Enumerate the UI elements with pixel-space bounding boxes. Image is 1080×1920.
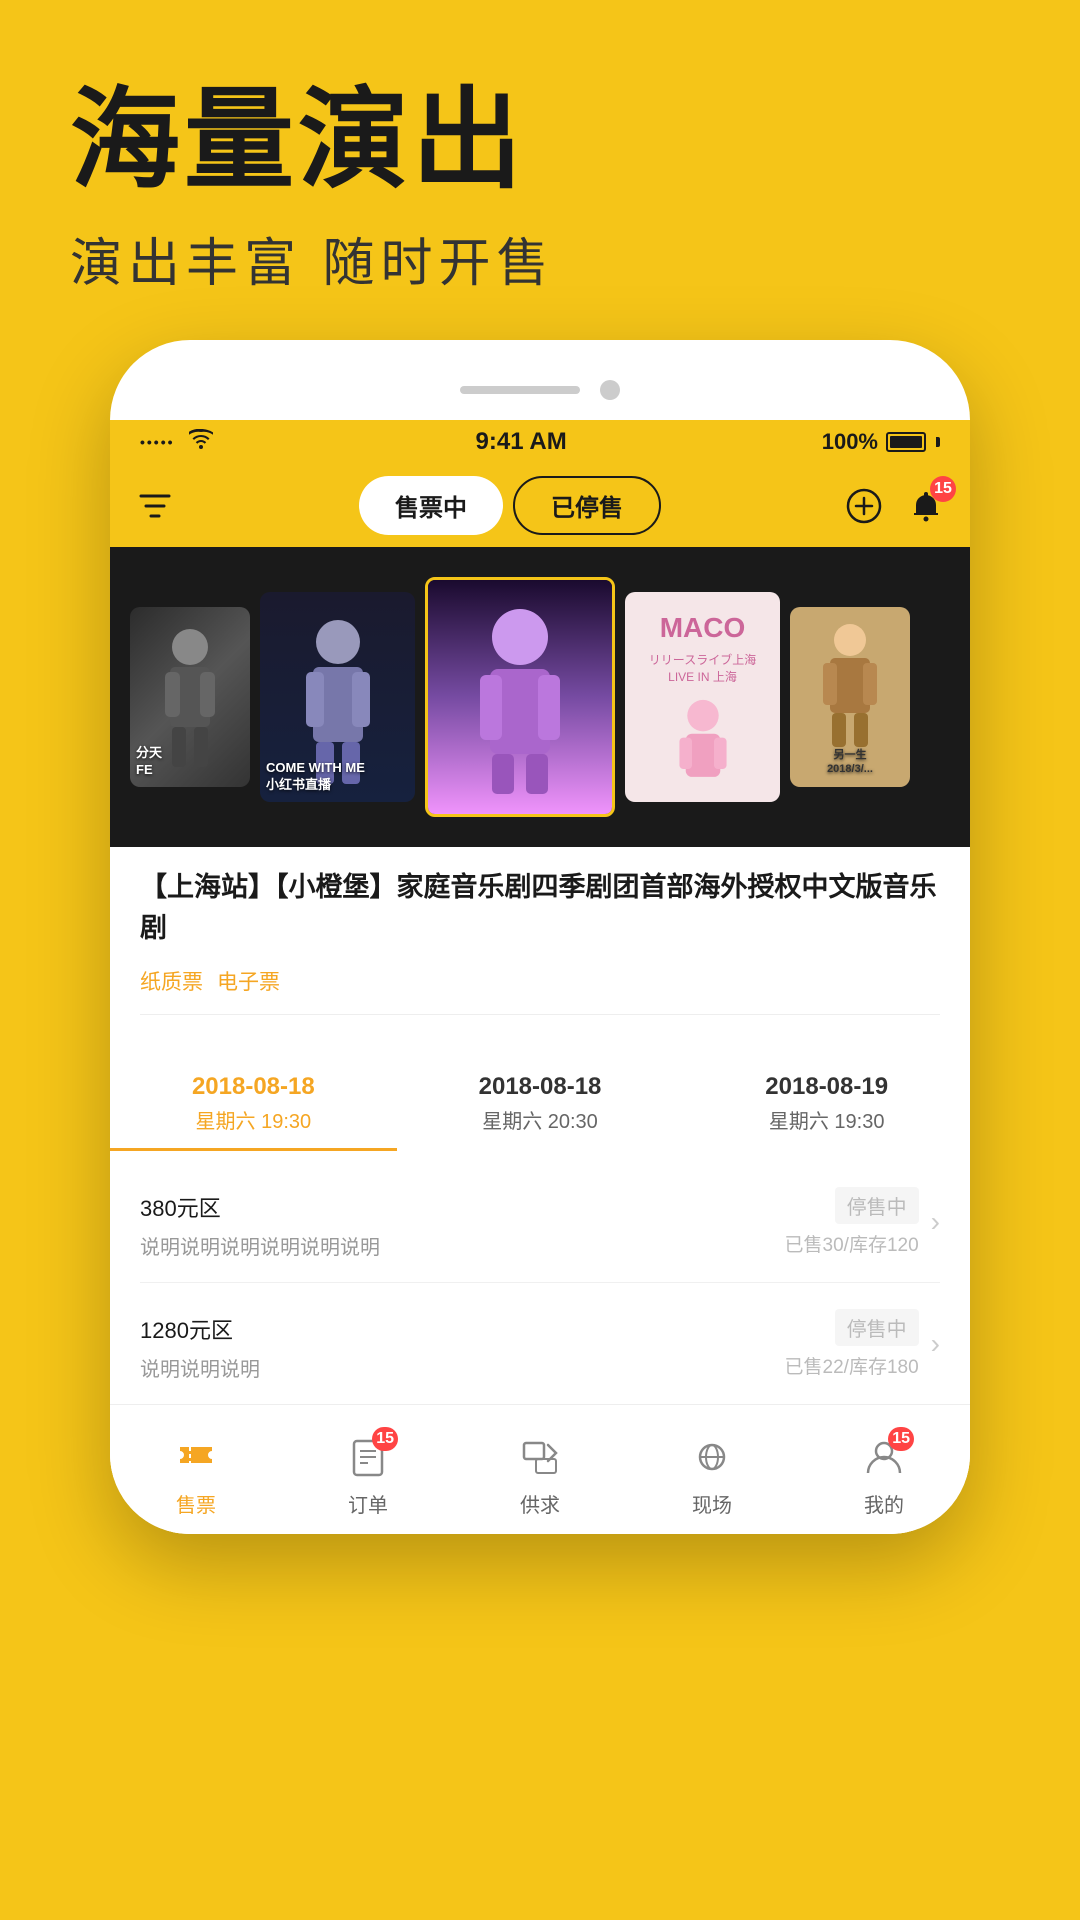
- notification-button[interactable]: 15: [902, 482, 950, 530]
- filter-icon[interactable]: [130, 481, 180, 531]
- battery-icon: [886, 432, 926, 452]
- date-1-sub: 星期六 19:30: [110, 1105, 397, 1134]
- date-item-1[interactable]: 2018-08-18 星期六 19:30: [110, 1059, 397, 1151]
- date-item-2[interactable]: 2018-08-18 星期六 20:30: [397, 1059, 684, 1151]
- event-section: 【上海站】【小橙堡】家庭音乐剧四季剧团首部海外授权中文版音乐剧 纸质票 电子票: [110, 847, 970, 1049]
- order-tab-label: 订单: [348, 1489, 388, 1518]
- add-button[interactable]: [840, 482, 888, 530]
- phone-camera: [600, 380, 620, 400]
- ticket-row-1[interactable]: 380元区 说明说明说明说明说明说明 停售中 已售30/库存120 ›: [140, 1161, 940, 1283]
- bottom-tab-my[interactable]: 15 我的: [798, 1421, 970, 1518]
- ticket-desc-2: 说明说明说明: [140, 1353, 785, 1382]
- phone-speaker: [460, 386, 580, 394]
- ticket-unit-2: 元区: [189, 1318, 233, 1343]
- nav-actions: 15: [840, 482, 950, 530]
- hero-subtitle: 演出丰富 随时开售: [70, 221, 1010, 296]
- hero-section: 海量演出 演出丰富 随时开售: [0, 0, 1080, 296]
- tag-e-ticket: 电子票: [217, 962, 280, 1000]
- tab-group: 售票中 已停售: [190, 476, 830, 535]
- wifi-icon: [189, 429, 213, 455]
- notification-badge: 15: [930, 476, 956, 502]
- my-tab-badge: 15: [888, 1427, 914, 1451]
- battery-percent: 100%: [822, 429, 878, 455]
- carousel-item-3-featured[interactable]: [425, 577, 615, 817]
- order-tab-icon: 15: [342, 1431, 394, 1483]
- supply-tab-label: 供求: [520, 1489, 560, 1518]
- ticket-price-1-value: 380: [140, 1196, 177, 1221]
- phone-top-bar: [110, 380, 970, 420]
- event-title: 【上海站】【小橙堡】家庭音乐剧四季剧团首部海外授权中文版音乐剧: [140, 867, 940, 948]
- status-time: 9:41 AM: [476, 428, 567, 456]
- battery-tip: [936, 437, 940, 447]
- ticket-info-2: 1280元区 说明说明说明: [140, 1305, 785, 1382]
- live-tab-icon: [686, 1431, 738, 1483]
- date-1-main: 2018-08-18: [110, 1073, 397, 1101]
- ticket-tab-label: 售票: [176, 1489, 216, 1518]
- ticket-info-1: 380元区 说明说明说明说明说明说明: [140, 1183, 785, 1260]
- ticket-row-2[interactable]: 1280元区 说明说明说明 停售中 已售22/库存180 ›: [140, 1283, 940, 1405]
- signal-dots: •••••: [140, 434, 175, 450]
- bottom-tab-bar: 售票 15 订单: [110, 1404, 970, 1534]
- tag-paper-ticket: 纸质票: [140, 962, 203, 1000]
- date-item-3[interactable]: 2018-08-19 星期六 19:30: [683, 1059, 970, 1151]
- bottom-tab-supply[interactable]: 供求: [454, 1421, 626, 1518]
- date-selector: 2018-08-18 星期六 19:30 2018-08-18 星期六 20:3…: [110, 1049, 970, 1161]
- date-3-main: 2018-08-19: [683, 1073, 970, 1101]
- ticket-status-label-2: 停售中: [835, 1309, 919, 1346]
- phone-mockup: ••••• 9:41 AM 100% 售票中 已停售: [110, 340, 970, 1534]
- tab-selling[interactable]: 售票中: [359, 476, 503, 535]
- my-tab-label: 我的: [864, 1489, 904, 1518]
- tab-stopped[interactable]: 已停售: [513, 476, 661, 535]
- carousel-item-5[interactable]: 另一生2018/3/...: [790, 607, 910, 787]
- bottom-tab-order[interactable]: 15 订单: [282, 1421, 454, 1518]
- status-right: 100%: [822, 429, 940, 455]
- hero-title: 海量演出: [70, 80, 1010, 201]
- carousel-item-4[interactable]: MACO リリースライブ上海LIVE IN 上海: [625, 592, 780, 802]
- live-tab-label: 现场: [692, 1489, 732, 1518]
- ticket-price-2-value: 1280: [140, 1318, 189, 1343]
- date-2-main: 2018-08-18: [397, 1073, 684, 1101]
- ticket-arrow-1: ›: [931, 1206, 940, 1238]
- bottom-tab-live[interactable]: 现场: [626, 1421, 798, 1518]
- date-2-sub: 星期六 20:30: [397, 1105, 684, 1134]
- order-tab-badge: 15: [372, 1427, 398, 1451]
- bottom-tab-ticket[interactable]: 售票: [110, 1421, 282, 1518]
- carousel-item-1[interactable]: 分天FE: [130, 607, 250, 787]
- status-bar: ••••• 9:41 AM 100%: [110, 420, 970, 464]
- ticket-price-1: 380元区: [140, 1183, 785, 1225]
- carousel[interactable]: 分天FE COME WITH ME小红书直播: [110, 547, 970, 847]
- app-nav-bar: 售票中 已停售 15: [110, 464, 970, 547]
- ticket-desc-1: 说明说明说明说明说明说明: [140, 1231, 785, 1260]
- ticket-section: 380元区 说明说明说明说明说明说明 停售中 已售30/库存120 › 1280…: [110, 1161, 970, 1405]
- ticket-status-1: 停售中 已售30/库存120: [785, 1187, 919, 1257]
- carousel-item-1-title: 分天FE: [136, 745, 244, 779]
- ticket-arrow-2: ›: [931, 1328, 940, 1360]
- ticket-stock-1: 已售30/库存120: [785, 1230, 919, 1257]
- supply-tab-icon: [514, 1431, 566, 1483]
- date-3-sub: 星期六 19:30: [683, 1105, 970, 1134]
- ticket-tab-icon: [170, 1431, 222, 1483]
- divider-1: [140, 1014, 940, 1015]
- carousel-item-2-title: COME WITH ME小红书直播: [266, 760, 409, 794]
- ticket-status-label-1: 停售中: [835, 1187, 919, 1224]
- event-tags: 纸质票 电子票: [140, 962, 940, 1000]
- ticket-stock-2: 已售22/库存180: [785, 1352, 919, 1379]
- ticket-unit-1: 元区: [177, 1196, 221, 1221]
- ticket-price-2: 1280元区: [140, 1305, 785, 1347]
- status-left: •••••: [140, 429, 221, 455]
- ticket-status-2: 停售中 已售22/库存180: [785, 1309, 919, 1379]
- carousel-item-5-title: 另一生2018/3/...: [827, 748, 873, 777]
- carousel-item-2[interactable]: COME WITH ME小红书直播: [260, 592, 415, 802]
- my-tab-icon: 15: [858, 1431, 910, 1483]
